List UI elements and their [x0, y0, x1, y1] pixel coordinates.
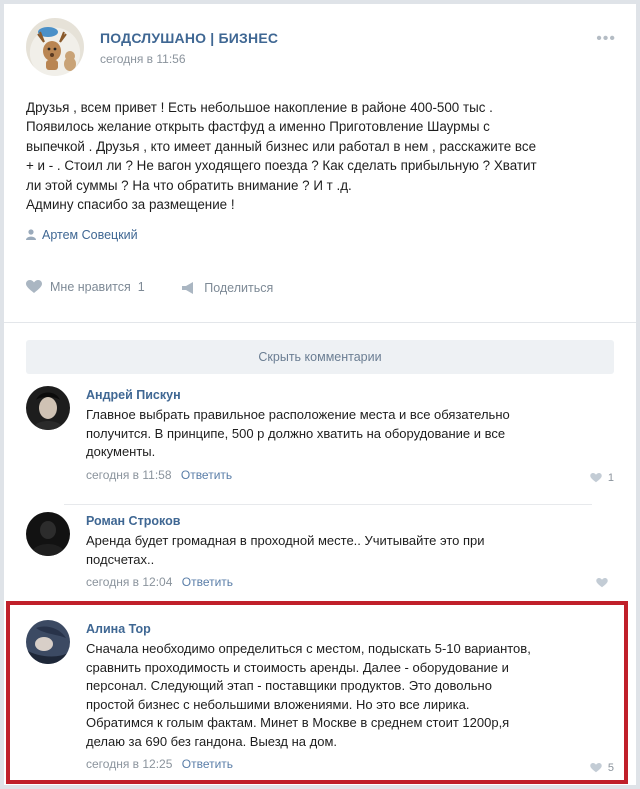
like-count: 1 — [137, 280, 145, 294]
user-photo-icon — [26, 386, 70, 430]
user-photo-icon — [26, 512, 70, 556]
comment-text-line: получится. В принципе, 500 р должно хват… — [86, 425, 506, 441]
comment-text-line: подсчетах.. — [86, 551, 155, 567]
comment-time[interactable]: сегодня в 11:58 — [86, 468, 172, 482]
heart-icon — [596, 578, 608, 588]
avatar[interactable] — [26, 512, 70, 556]
more-dots-icon[interactable]: ••• — [596, 30, 616, 48]
comment-text-line: документы. — [86, 444, 156, 459]
comment-author[interactable]: Роман Строков — [86, 514, 612, 528]
comment-author[interactable]: Андрей Пискун — [86, 388, 612, 402]
post-text-line: Админу спасибо за размещение ! — [26, 197, 235, 213]
post-signer[interactable]: Артем Совецкий — [26, 228, 138, 242]
comment-text: Главное выбрать правильное расположение … — [86, 406, 612, 462]
hide-comments-button[interactable]: Скрыть комментарии — [26, 340, 614, 374]
comment-time[interactable]: сегодня в 12:04 — [86, 575, 172, 589]
reply-button[interactable]: Ответить — [181, 468, 232, 482]
comment-text-line: Главное выбрать правильное расположение … — [86, 407, 510, 422]
post-text-line: выпечкой . Друзья , кто имеет данный биз… — [26, 138, 537, 154]
highlight-frame — [6, 601, 628, 784]
reply-button[interactable]: Ответить — [182, 575, 233, 589]
comment-meta: сегодня в 11:58 Ответить — [86, 468, 612, 482]
comment-body: Андрей Пискун Главное выбрать правильное… — [86, 386, 612, 482]
comment-body: Роман Строков Аренда будет громадная в п… — [86, 512, 612, 589]
post-actions: Мне нравится 1 Поделиться — [26, 280, 307, 297]
deer-logo-icon — [37, 27, 76, 71]
post-text: Друзья , всем привет ! Есть небольшое на… — [26, 98, 606, 214]
divider — [4, 322, 636, 323]
like-label: Мне нравится — [50, 280, 131, 294]
megaphone-icon — [182, 282, 194, 294]
comment-text: Аренда будет громадная в проходной месте… — [86, 532, 612, 569]
like-button[interactable]: Мне нравится 1 — [26, 280, 145, 294]
comment-like-count: 1 — [607, 472, 614, 484]
comment-item: Андрей Пискун Главное выбрать правильное… — [26, 386, 614, 496]
group-name-link[interactable]: ПОДСЛУШАНО | БИЗНЕС — [100, 30, 278, 46]
comment-like-button[interactable] — [596, 578, 614, 588]
comment-item: Роман Строков Аренда будет громадная в п… — [26, 512, 614, 602]
post-text-line: ли этой суммы ? На что обратить внимание… — [26, 177, 352, 193]
comment-text-line: Аренда будет громадная в проходной месте… — [86, 533, 485, 548]
person-icon — [26, 229, 36, 240]
heart-icon — [26, 280, 42, 293]
post-timestamp[interactable]: сегодня в 11:56 — [100, 52, 186, 66]
share-button[interactable]: Поделиться — [182, 281, 273, 295]
comment-meta: сегодня в 12:04 Ответить — [86, 575, 612, 589]
avatar[interactable] — [26, 386, 70, 430]
post-text-line: Друзья , всем привет ! Есть небольшое на… — [26, 100, 493, 115]
heart-icon — [590, 473, 602, 483]
share-label: Поделиться — [204, 281, 274, 295]
post-text-line: + и - . Стоил ли ? Не вагон уходящего по… — [26, 158, 537, 174]
comment-like-button[interactable]: 1 — [590, 472, 614, 484]
post-text-line: Появилось желание открыть фастфуд а имен… — [26, 119, 490, 135]
group-avatar[interactable] — [26, 18, 84, 76]
divider — [64, 504, 592, 505]
post-header: ПОДСЛУШАНО | БИЗНЕС сегодня в 11:56 ••• — [26, 18, 616, 82]
signer-name: Артем Совецкий — [42, 228, 138, 242]
